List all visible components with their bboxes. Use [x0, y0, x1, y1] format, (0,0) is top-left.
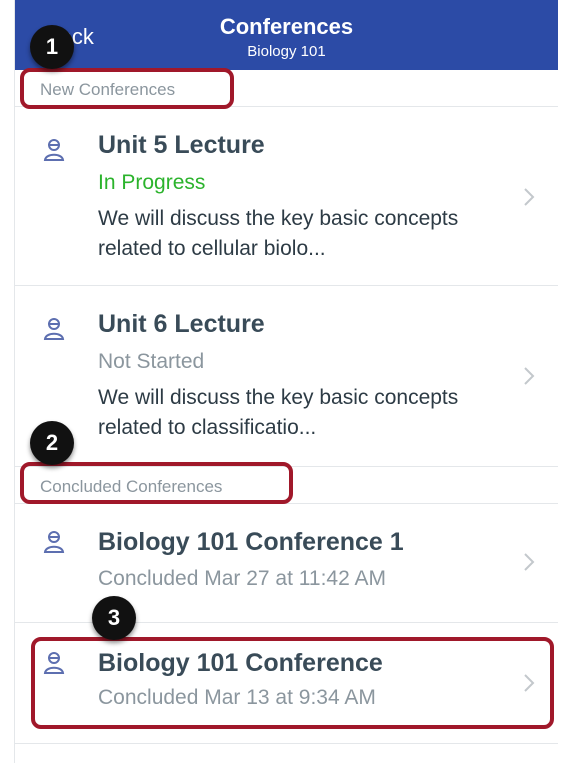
highlight-new-conferences — [20, 68, 234, 109]
conference-row-unit-6[interactable]: Unit 6 Lecture Not Started We will discu… — [15, 286, 558, 467]
conference-description: We will discuss the key basic concepts r… — [98, 386, 459, 439]
conference-status: In Progress — [98, 171, 206, 194]
annotation-marker-2: 2 — [30, 421, 74, 465]
conference-title: Biology 101 Conference 1 — [98, 528, 404, 556]
conference-icon — [43, 139, 65, 161]
conference-status: Not Started — [98, 350, 205, 373]
conference-description: We will discuss the key basic concepts r… — [98, 207, 459, 260]
chevron-right-icon — [524, 553, 535, 571]
chevron-right-icon — [524, 367, 535, 385]
conference-title: Unit 6 Lecture — [98, 310, 265, 338]
conference-status: Concluded Mar 27 at 11:42 AM — [98, 567, 386, 590]
conference-title: Unit 5 Lecture — [98, 131, 265, 159]
chevron-right-icon — [524, 188, 535, 206]
highlight-concluded-conferences — [20, 462, 293, 504]
conference-icon — [43, 318, 65, 340]
highlight-concluded-conference-row — [31, 637, 554, 729]
annotation-marker-3: 3 — [92, 596, 136, 640]
course-subtitle: Biology 101 — [247, 43, 326, 60]
page-title: Conferences — [219, 14, 354, 39]
navigation-bar: Back Conferences Biology 101 — [15, 0, 558, 70]
annotation-marker-1: 1 — [30, 25, 74, 69]
conference-row-unit-5[interactable]: Unit 5 Lecture In Progress We will discu… — [15, 107, 558, 286]
app-frame: Back Conferences Biology 101 New Confere… — [14, 0, 558, 763]
conference-icon — [43, 531, 65, 553]
